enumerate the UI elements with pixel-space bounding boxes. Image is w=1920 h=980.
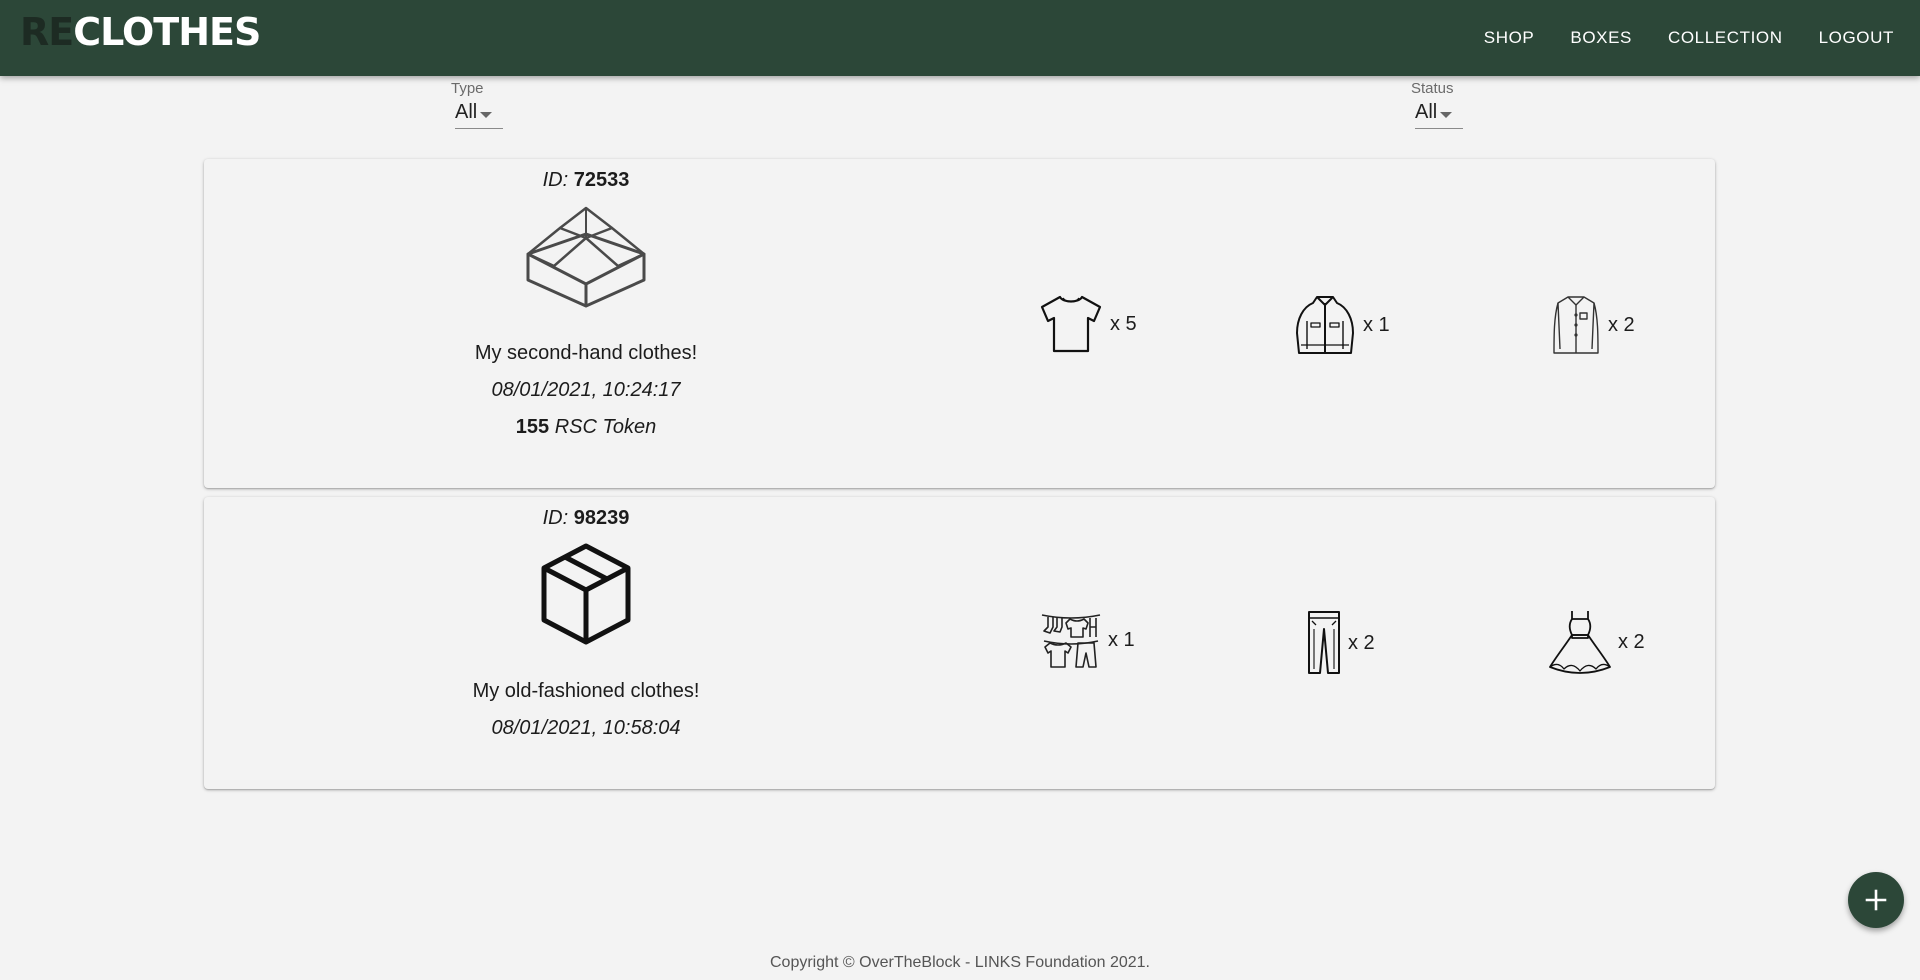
nav-collection[interactable]: COLLECTION (1668, 28, 1783, 48)
box-id-label: ID: (542, 507, 569, 529)
box-card[interactable]: ID: 72533 My second-hand clothes! 08/01/… (204, 159, 1715, 488)
garment-item: x 2 (1306, 609, 1375, 677)
status-select-value: All (1415, 101, 1438, 123)
box-id: ID: 98239 (386, 507, 786, 530)
mixed-clothes-icon (1041, 614, 1101, 668)
open-box-icon (526, 206, 646, 308)
app-bar: RECLOTHES SHOP BOXES COLLECTION LOGOUT (0, 0, 1920, 76)
jacket-icon (1296, 296, 1354, 354)
type-select-value: All (455, 101, 478, 123)
tshirt-icon (1040, 295, 1102, 353)
logo-suffix: CLOTHES (73, 10, 261, 54)
main-nav: SHOP BOXES COLLECTION LOGOUT (1484, 0, 1894, 76)
garment-qty: x 2 (1608, 313, 1635, 336)
box-summary: ID: 98239 My old-fashioned clothes! 08/0… (386, 497, 786, 740)
dropdown-caret-icon (1440, 111, 1453, 118)
status-filter: Status All (1411, 80, 1463, 129)
status-select[interactable]: All (1415, 101, 1463, 129)
brand-logo[interactable]: RECLOTHES (20, 10, 261, 54)
token-currency: RSC Token (554, 416, 657, 438)
garment-qty: x 1 (1363, 313, 1390, 336)
plus-icon (1865, 889, 1887, 911)
garment-item: x 1 (1293, 293, 1390, 357)
box-card[interactable]: ID: 98239 My old-fashioned clothes! 08/0… (204, 497, 1715, 789)
garment-qty: x 2 (1348, 631, 1375, 654)
garment-qty: x 5 (1110, 312, 1137, 335)
type-filter: Type All (451, 80, 503, 129)
garment-qty: x 2 (1618, 630, 1645, 653)
box-id-value: 72533 (573, 169, 630, 191)
garment-qty: x 1 (1108, 628, 1135, 651)
box-id-label: ID: (542, 169, 569, 191)
box-name: My old-fashioned clothes! (472, 680, 700, 702)
footer-copyright: Copyright © OverTheBlock - LINKS Foundat… (770, 954, 1150, 971)
closed-box-icon (541, 543, 631, 645)
nav-shop[interactable]: SHOP (1484, 28, 1535, 48)
box-id-value: 98239 (573, 507, 630, 529)
nav-boxes[interactable]: BOXES (1570, 28, 1632, 48)
box-id: ID: 72533 (386, 169, 786, 192)
garment-item: x 2 (1550, 293, 1635, 357)
garment-item: x 2 (1548, 609, 1645, 675)
box-name: My second-hand clothes! (474, 342, 698, 364)
logo-prefix: RE (20, 10, 74, 54)
type-select[interactable]: All (455, 101, 503, 129)
garment-item: x 1 (1040, 609, 1135, 671)
add-box-button[interactable] (1848, 872, 1904, 928)
box-summary: ID: 72533 My second-hand clothes! 08/01/… (386, 159, 786, 439)
shirt-icon (1553, 296, 1599, 354)
dropdown-caret-icon (480, 111, 493, 118)
box-date: 08/01/2021, 10:58:04 (491, 717, 681, 739)
nav-logout[interactable]: LOGOUT (1819, 28, 1894, 48)
type-filter-label: Type (451, 80, 484, 97)
trousers-icon (1308, 611, 1340, 674)
dress-icon (1549, 611, 1611, 674)
box-date: 08/01/2021, 10:24:17 (491, 379, 681, 401)
status-filter-label: Status (1411, 80, 1454, 97)
token-amount: 155 (515, 416, 550, 438)
garment-item: x 5 (1038, 293, 1137, 355)
box-token: 155 RSC Token (386, 416, 786, 439)
